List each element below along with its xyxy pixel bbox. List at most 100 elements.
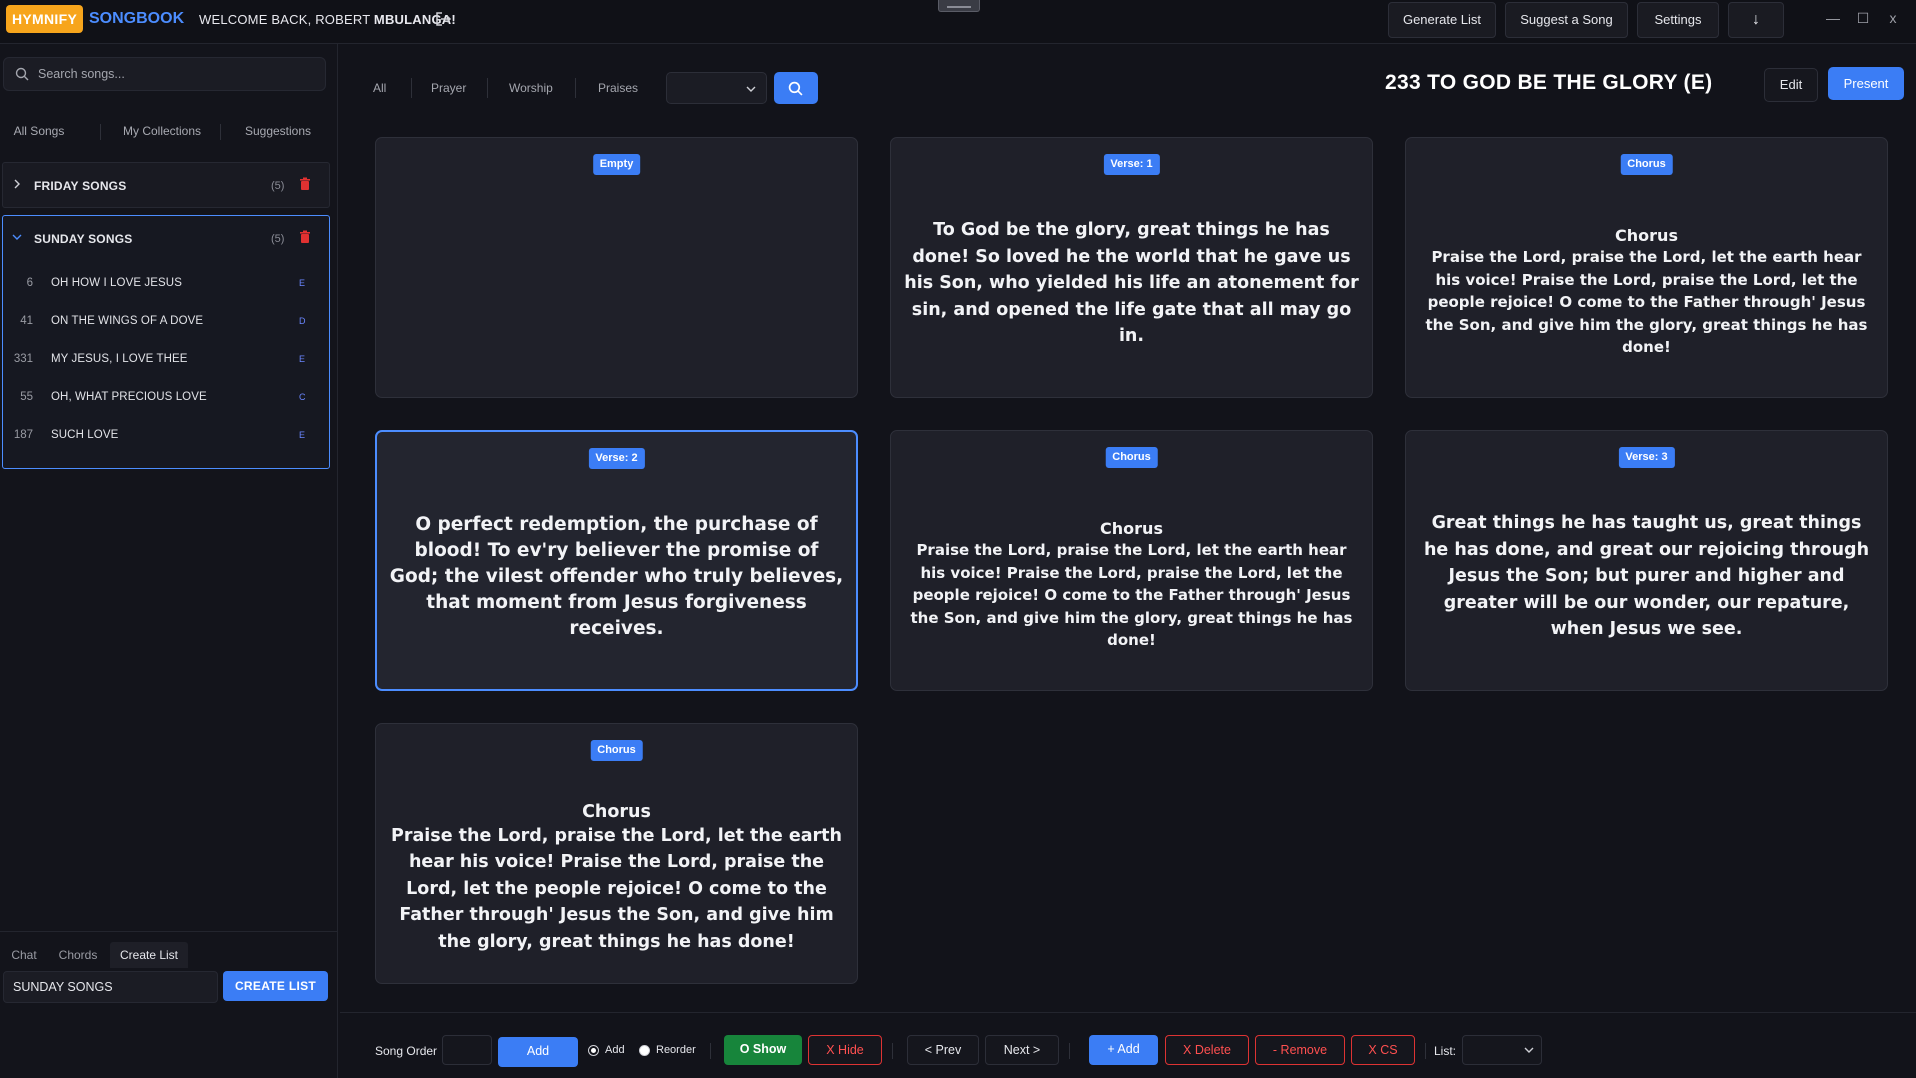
slide-badge: Chorus [1620,154,1673,175]
chevron-right-icon [14,179,20,189]
slide-body: Great things he has taught us, great thi… [1418,473,1875,680]
radio-reorder[interactable] [639,1045,650,1056]
slide-body: To God be the glory, great things he has… [903,180,1360,387]
trash-icon[interactable] [299,177,311,191]
search-icon [788,81,803,96]
list-label: List: [1434,1044,1457,1058]
generate-list-button[interactable]: Generate List [1388,2,1496,38]
drag-handle[interactable] [938,0,980,12]
slide-card[interactable]: Chorus Chorus Praise the Lord, praise th… [1405,137,1888,398]
slide-badge: Verse: 1 [1103,154,1160,175]
song-order-input[interactable] [442,1035,492,1065]
slide-badge: Chorus [590,740,643,761]
filter-select[interactable] [666,72,767,104]
song-key: E [299,278,306,288]
song-number: 6 [26,277,33,289]
song-list-item[interactable]: 41 ON THE WINGS OF A DOVE D [3,303,329,341]
filter-worship[interactable]: Worship [509,81,553,95]
song-list-item[interactable]: 55 OH, WHAT PRECIOUS LOVE C [3,379,329,417]
tab-chat[interactable]: Chat [4,942,44,968]
slide-body: Chorus Praise the Lord, praise the Lord,… [388,784,845,973]
radio-add[interactable] [588,1045,599,1056]
song-list-item[interactable]: 6 OH HOW I LOVE JESUS E [3,265,329,303]
collection-header[interactable]: FRIDAY SONGS (5) [3,163,329,209]
prev-button[interactable]: < Prev [907,1035,979,1065]
slide-heading: Chorus [1615,226,1678,246]
bottom-toolbar: Song Order Add Add Reorder O Show X Hide… [340,1012,1916,1078]
song-number: 55 [20,391,33,403]
slide-heading: Chorus [1100,519,1163,539]
tab-suggestions[interactable]: Suggestions [234,116,322,146]
slide-text: O perfect redemption, the purchase of bl… [389,513,844,639]
add-slide-button[interactable]: + Add [1089,1035,1158,1065]
search-input[interactable] [38,58,318,90]
filter-prayer[interactable]: Prayer [431,81,466,95]
download-button[interactable]: ↓ [1728,2,1784,38]
chevron-down-icon [746,86,756,92]
collection-header[interactable]: SUNDAY SONGS (5) [3,216,329,262]
suggest-song-button[interactable]: Suggest a Song [1505,2,1628,38]
radio-add-label: Add [605,1044,625,1056]
slide-badge: Verse: 2 [588,448,645,469]
slide-card[interactable]: Verse: 1 To God be the glory, great thin… [890,137,1373,398]
sidebar-tabs: All Songs My Collections Suggestions [0,116,338,146]
song-title: MY JESUS, I LOVE THEE [51,353,188,365]
collection-name: FRIDAY SONGS [34,179,127,193]
app-logo: HYMNIFY [6,5,84,33]
song-list-item[interactable]: 187 SUCH LOVE E [3,417,329,455]
slide-badge: Chorus [1105,447,1158,468]
hide-button[interactable]: X Hide [808,1035,882,1065]
maximize-button[interactable]: ☐ [1853,10,1873,27]
slide-card[interactable]: Verse: 3 Great things he has taught us, … [1405,430,1888,691]
close-button[interactable]: x [1883,10,1903,26]
tab-all-songs[interactable]: All Songs [0,116,78,146]
song-title: ON THE WINGS OF A DOVE [51,315,204,327]
slide-card[interactable]: Chorus Chorus Praise the Lord, praise th… [890,430,1373,691]
radio-reorder-label: Reorder [656,1044,696,1056]
remove-button[interactable]: - Remove [1255,1035,1345,1065]
search-box[interactable] [3,57,326,91]
sidebar-bottom-tabs: Chat Chords Create List [0,931,338,968]
settings-button[interactable]: Settings [1637,2,1719,38]
filter-search-button[interactable] [774,72,818,104]
tab-chords[interactable]: Chords [54,942,102,968]
song-list-item[interactable]: 331 MY JESUS, I LOVE THEE E [3,341,329,379]
slide-text: Great things he has taught us, great thi… [1423,513,1870,640]
slide-card[interactable]: Empty [375,137,858,398]
slide-body: Chorus Praise the Lord, praise the Lord,… [903,491,1360,680]
sidebar: All Songs My Collections Suggestions FRI… [0,44,338,1078]
song-number: 331 [13,353,33,365]
welcome-prefix: WELCOME BACK, ROBERT [199,12,374,27]
delete-button[interactable]: X Delete [1165,1035,1249,1065]
show-button[interactable]: O Show [724,1035,802,1065]
tab-my-collections[interactable]: My Collections [112,116,212,146]
create-list-button[interactable]: CREATE LIST [223,971,328,1001]
song-order-add-button[interactable]: Add [498,1037,578,1067]
logout-icon[interactable] [434,10,452,28]
slide-body: O perfect redemption, the purchase of bl… [389,474,844,679]
list-select[interactable] [1462,1035,1542,1065]
filter-praises[interactable]: Praises [598,81,638,95]
slide-heading: Chorus [582,801,651,822]
collection-count: (5) [271,180,285,192]
slide-body [388,180,845,387]
slide-card[interactable]: Chorus Chorus Praise the Lord, praise th… [375,723,858,984]
filter-all[interactable]: All [373,81,386,95]
edit-button[interactable]: Edit [1764,68,1818,102]
trash-icon[interactable] [299,230,311,244]
song-key: C [299,392,306,402]
song-key: E [299,430,306,440]
minimize-button[interactable]: — [1823,10,1843,26]
slide-text: Praise the Lord, praise the Lord, let th… [391,825,842,952]
tab-create-list[interactable]: Create List [110,942,188,968]
song-title: SUCH LOVE [51,429,119,441]
slide-card-selected[interactable]: Verse: 2 O perfect redemption, the purch… [375,430,858,691]
slide-text: Praise the Lord, praise the Lord, let th… [1425,248,1868,357]
collection-count: (5) [271,233,285,245]
list-name-input[interactable]: SUNDAY SONGS [3,971,218,1003]
song-order-label: Song Order [375,1044,438,1058]
present-button[interactable]: Present [1828,67,1904,100]
clear-cs-button[interactable]: X CS [1351,1035,1415,1065]
slide-badge: Empty [592,154,641,175]
next-button[interactable]: Next > [985,1035,1059,1065]
